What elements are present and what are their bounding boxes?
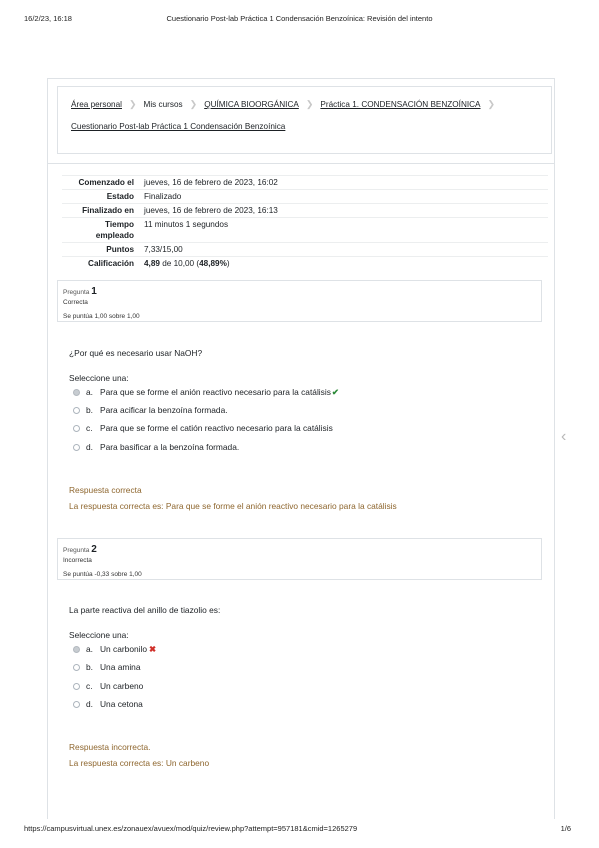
check-icon: ✔ xyxy=(331,387,339,397)
radio-checked-icon[interactable] xyxy=(73,388,80,396)
option-letter: c. xyxy=(86,423,93,433)
radio-icon[interactable] xyxy=(73,663,80,671)
answer-option[interactable]: c. Un carbeno xyxy=(73,681,143,691)
radio-icon[interactable] xyxy=(73,424,80,432)
summary-row-state: Estado Finalizado xyxy=(62,189,548,204)
summary-row-finished: Finalizado en jueves, 16 de febrero de 2… xyxy=(62,203,548,218)
summary-value: jueves, 16 de febrero de 2023, 16:13 xyxy=(140,203,548,218)
summary-value: 4,89 de 10,00 (48,89%) xyxy=(140,256,548,270)
summary-value: jueves, 16 de febrero de 2023, 16:02 xyxy=(140,175,548,190)
summary-row-grade: Calificación 4,89 de 10,00 (48,89%) xyxy=(62,256,548,270)
breadcrumb-separator-icon: ❯ xyxy=(128,99,137,109)
breadcrumb-separator-icon: ❯ xyxy=(305,99,314,109)
answer-option[interactable]: b. Para acificar la benzoína formada. xyxy=(73,405,228,415)
summary-label: Estado xyxy=(62,189,140,204)
radio-icon[interactable] xyxy=(73,700,80,708)
radio-icon[interactable] xyxy=(73,443,80,451)
option-text: Una cetona xyxy=(100,699,143,709)
answer-option[interactable]: d. Una cetona xyxy=(73,699,143,709)
breadcrumb-item-section[interactable]: Práctica 1. CONDENSACIÓN BENZOÍNICA xyxy=(320,100,480,109)
feedback-outcome: Respuesta incorrecta. xyxy=(69,742,151,752)
question-text: La parte reactiva del anillo de tiazolio… xyxy=(69,605,221,615)
radio-icon[interactable] xyxy=(73,682,80,690)
option-letter: d. xyxy=(86,699,93,709)
question-mark: Se puntúa 1,00 sobre 1,00 xyxy=(63,313,140,320)
option-text: Para que se forme el anión reactivo nece… xyxy=(100,387,331,397)
attempt-summary-table: Comenzado el jueves, 16 de febrero de 20… xyxy=(62,175,548,270)
breadcrumb-item-course[interactable]: QUÍMICA BIOORGÁNICA xyxy=(204,100,299,109)
breadcrumb-item-quiz[interactable]: Cuestionario Post-lab Práctica 1 Condens… xyxy=(71,122,285,131)
breadcrumb-separator-icon: ❯ xyxy=(487,99,496,109)
question-state: Correcta xyxy=(63,299,88,306)
feedback-outcome: Respuesta correcta xyxy=(69,485,142,495)
question-label: Pregunta xyxy=(63,289,90,296)
answer-option[interactable]: d. Para basificar a la benzoína formada. xyxy=(73,442,239,452)
summary-label: Finalizado en xyxy=(62,203,140,218)
breadcrumb-item-mis-cursos[interactable]: Mis cursos xyxy=(144,100,183,109)
option-text: Un carbonilo xyxy=(100,644,148,654)
option-letter: b. xyxy=(86,405,93,415)
option-text: Para que se forme el catión reactivo nec… xyxy=(100,423,333,433)
print-title: Cuestionario Post-lab Práctica 1 Condens… xyxy=(166,14,433,23)
question-info-1: Pregunta 1 Correcta Se puntúa 1,00 sobre… xyxy=(57,280,542,322)
cross-icon: ✖ xyxy=(149,644,157,654)
option-letter: c. xyxy=(86,681,93,691)
answer-option[interactable]: a. Un carbonilo ✖ xyxy=(73,644,156,654)
option-letter: b. xyxy=(86,662,93,672)
question-state: Incorrecta xyxy=(63,557,92,564)
grade-close: ) xyxy=(226,259,230,268)
breadcrumb: Área personal ❯ Mis cursos ❯ QUÍMICA BIOORGÁ… xyxy=(57,86,552,154)
summary-value: 7,33/15,00 xyxy=(140,242,548,257)
option-text: Un carbeno xyxy=(100,681,144,691)
summary-row-points: Puntos 7,33/15,00 xyxy=(62,242,548,257)
option-text: Para acificar la benzoína formada. xyxy=(100,405,228,415)
grade-bold: 4,89 xyxy=(144,259,160,268)
answer-prompt: Seleccione una: xyxy=(69,630,129,640)
answer-prompt: Seleccione una: xyxy=(69,373,129,383)
summary-row-started: Comenzado el jueves, 16 de febrero de 20… xyxy=(62,175,548,190)
summary-label: Calificación xyxy=(62,256,140,270)
feedback-right-answer: La respuesta correcta es: Para que se fo… xyxy=(69,501,397,511)
summary-label: Puntos xyxy=(62,242,140,257)
grade-percent: 48,89% xyxy=(199,259,227,268)
summary-label: Comenzado el xyxy=(62,175,140,190)
answer-option[interactable]: c. Para que se forme el catión reactivo … xyxy=(73,423,333,433)
print-url: https://campusvirtual.unex.es/zonauex/av… xyxy=(24,824,358,833)
feedback-right-answer: La respuesta correcta es: Un carbeno xyxy=(69,758,210,768)
answer-option[interactable]: b. Una amina xyxy=(73,662,141,672)
summary-value: 11 minutos 1 segundos xyxy=(140,217,548,243)
breadcrumb-item-area-personal[interactable]: Área personal xyxy=(71,100,122,109)
summary-value: Finalizado xyxy=(140,189,548,204)
question-number: 1 xyxy=(91,286,97,297)
option-text: Una amina xyxy=(100,662,141,672)
option-letter: d. xyxy=(86,442,93,452)
radio-icon[interactable] xyxy=(73,406,80,414)
question-info-2: Pregunta 2 Incorrecta Se puntúa -0,33 so… xyxy=(57,538,542,580)
option-letter: a. xyxy=(86,644,93,654)
radio-checked-icon[interactable] xyxy=(73,645,80,653)
summary-row-time: Tiempo empleado 11 minutos 1 segundos xyxy=(62,217,548,243)
option-text: Para basificar a la benzoína formada. xyxy=(100,442,240,452)
chevron-left-icon[interactable]: ‹ xyxy=(561,428,566,446)
breadcrumb-separator-icon: ❯ xyxy=(189,99,198,109)
question-text: ¿Por qué es necesario usar NaOH? xyxy=(69,348,203,358)
answer-option[interactable]: a. Para que se forme el anión reactivo n… xyxy=(73,387,339,397)
question-mark: Se puntúa -0,33 sobre 1,00 xyxy=(63,571,142,578)
summary-label: Tiempo empleado xyxy=(62,217,140,243)
question-label: Pregunta xyxy=(63,547,90,554)
question-number: 2 xyxy=(91,544,97,555)
print-page-number: 1/6 xyxy=(560,824,571,833)
option-letter: a. xyxy=(86,387,93,397)
grade-rest: de 10,00 ( xyxy=(159,259,200,268)
